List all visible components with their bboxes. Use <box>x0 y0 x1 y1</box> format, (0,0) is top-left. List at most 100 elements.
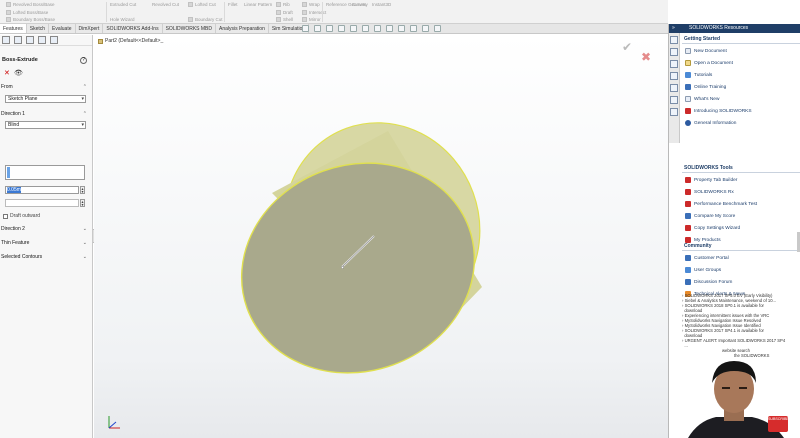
user-groups-link[interactable]: User Groups <box>682 264 800 276</box>
subscribe-button[interactable]: SUBSCRIBE <box>768 416 789 432</box>
open-document-link[interactable]: Open a Document <box>682 57 800 69</box>
forum-tab-icon[interactable] <box>670 108 678 116</box>
shell-button[interactable]: Shell <box>276 17 293 22</box>
getting-started-header[interactable]: Getting Started <box>682 35 800 44</box>
solidworks-rx-link[interactable]: SOLIDWORKS Rx <box>682 186 800 198</box>
hide-show-items-icon[interactable] <box>386 25 393 32</box>
fillet-button[interactable]: Fillet <box>228 2 238 7</box>
monitor-icon[interactable] <box>434 25 441 32</box>
extruded-cut-button[interactable]: Extruded Cut <box>110 2 136 7</box>
selected-contours-section-header[interactable]: Selected Contours ⌄ <box>0 253 90 262</box>
depth-spinner[interactable]: ▴ ▾ <box>80 186 85 194</box>
cancel-icon[interactable]: ✕ <box>4 69 10 77</box>
solidworks-tools-header[interactable]: SOLIDWORKS Tools <box>682 164 800 173</box>
tab-evaluate[interactable]: Evaluate <box>49 24 76 33</box>
heads-up-view-toolbar <box>302 25 441 34</box>
graphics-area[interactable]: Part2 (Default<<Default>_ ✔ ✖ <box>94 35 668 438</box>
online-training-link[interactable]: Online Training <box>682 81 800 93</box>
lofted-cut-button[interactable]: Lofted Cut <box>188 2 223 7</box>
view-orientation-icon[interactable] <box>362 25 369 32</box>
instant3d-button[interactable]: Instant3D <box>372 2 391 7</box>
boundary-cut-button[interactable]: Boundary Cut <box>188 17 223 22</box>
chevron-down-icon: ⌄ <box>82 226 87 232</box>
shell-icon <box>276 17 281 22</box>
from-dropdown[interactable]: Sketch Plane ▾ <box>5 95 86 103</box>
tab-dimxpert[interactable]: DimXpert <box>75 24 104 33</box>
design-library-tab-icon[interactable] <box>670 48 678 56</box>
appearances-tab-icon[interactable] <box>670 84 678 92</box>
general-information-link[interactable]: General Information <box>682 117 800 129</box>
property-tab-builder-link[interactable]: Property Tab Builder <box>682 174 800 186</box>
extruded-cylinder[interactable] <box>94 35 668 438</box>
zoom-to-fit-icon[interactable] <box>302 25 309 32</box>
tab-sketch[interactable]: Sketch <box>26 24 50 33</box>
apply-scene-icon[interactable] <box>410 25 417 32</box>
configuration-manager-icon[interactable] <box>26 36 34 44</box>
loft-icon <box>6 9 11 15</box>
expand-arrows-icon[interactable]: » <box>672 24 675 33</box>
direction1-section-header[interactable]: Direction 1 ⌃ <box>0 110 90 119</box>
copy-settings-link[interactable]: Copy Settings Wizard <box>682 222 800 234</box>
section-view-icon[interactable] <box>338 25 345 32</box>
chevron-down-icon: ⌄ <box>82 254 87 260</box>
rib-button[interactable]: Rib <box>276 2 293 7</box>
lofted-boss-button[interactable]: Lofted Boss/Base <box>6 9 55 15</box>
tutorials-link[interactable]: Tutorials <box>682 69 800 81</box>
file-explorer-tab-icon[interactable] <box>670 60 678 68</box>
boundary-boss-button[interactable]: Boundary Boss/Base <box>6 17 55 22</box>
curves-button[interactable]: Curves <box>352 2 366 7</box>
hole-wizard-button[interactable]: Hole Wizard <box>110 17 136 22</box>
command-manager-ribbon: Revolved Boss/Base Lofted Boss/Base Boun… <box>0 0 668 24</box>
draft-button[interactable]: Draft <box>276 9 293 15</box>
compare-icon <box>685 213 691 219</box>
customer-portal-link[interactable]: Customer Portal <box>682 252 800 264</box>
previous-view-icon[interactable] <box>326 25 333 32</box>
draft-outward-checkbox[interactable]: Draft outward <box>3 213 40 219</box>
property-manager-icon[interactable] <box>14 36 22 44</box>
direction-selection-box[interactable] <box>5 165 85 180</box>
dynamic-annotation-icon[interactable] <box>350 25 357 32</box>
technical-alerts-list: › SOLIDWORKS 2017 SP5.0 EV (Early Visibi… <box>682 293 800 358</box>
tab-analysis-preparation[interactable]: Analysis Preparation <box>216 24 269 33</box>
direction2-section-header[interactable]: Direction 2 ⌄ <box>0 225 90 234</box>
linear-pattern-button[interactable]: Linear Pattern <box>244 2 272 7</box>
edit-appearance-icon[interactable] <box>398 25 405 32</box>
resources-tab-icon[interactable] <box>670 36 678 44</box>
whats-new-link[interactable]: What's New <box>682 93 800 105</box>
copy-settings-icon <box>685 225 691 231</box>
new-document-link[interactable]: New Document <box>682 45 800 57</box>
compare-score-link[interactable]: Compare My Score <box>682 210 800 222</box>
draft-spinner[interactable]: ▴ ▾ <box>80 199 85 207</box>
custom-properties-tab-icon[interactable] <box>670 96 678 104</box>
community-header[interactable]: Community <box>682 242 800 251</box>
help-icon[interactable]: ? <box>80 57 87 64</box>
zoom-area-icon[interactable] <box>314 25 321 32</box>
revolved-boss-button[interactable]: Revolved Boss/Base <box>6 2 55 7</box>
introducing-solidworks-link[interactable]: Introducing SOLIDWORKS <box>682 105 800 117</box>
revolved-cut-button[interactable]: Revolved Cut <box>152 2 179 7</box>
discussion-forum-link[interactable]: Discussion Forum <box>682 276 800 288</box>
view-palette-tab-icon[interactable] <box>670 72 678 80</box>
performance-benchmark-link[interactable]: Performance Benchmark Test <box>682 198 800 210</box>
tab-features[interactable]: Features <box>0 24 27 33</box>
preview-eye-icon[interactable]: 👁 <box>14 69 23 77</box>
chevron-down-icon: ⌄ <box>82 240 87 246</box>
feature-title: Boss-Extrude <box>2 57 38 63</box>
display-manager-icon[interactable] <box>50 36 58 44</box>
folder-icon <box>685 60 691 66</box>
tab-addins[interactable]: SOLIDWORKS Add-Ins <box>103 24 163 33</box>
tab-mbd[interactable]: SOLIDWORKS MBD <box>162 24 216 33</box>
end-condition-dropdown[interactable]: Blind ▾ <box>5 121 86 129</box>
dimxpert-manager-icon[interactable] <box>38 36 46 44</box>
feature-manager-icon[interactable] <box>2 36 10 44</box>
boundary-cut-icon <box>188 17 193 22</box>
view-settings-icon[interactable] <box>422 25 429 32</box>
display-style-icon[interactable] <box>374 25 381 32</box>
thin-feature-section-header[interactable]: Thin Feature ⌄ <box>0 239 90 248</box>
rib-icon <box>276 2 281 7</box>
draft-angle-input[interactable] <box>5 199 79 207</box>
alert-item[interactable]: › URGENT ALERT: Important SOLIDWORKS 201… <box>682 338 800 343</box>
chevron-down-icon: ▾ <box>81 96 84 102</box>
depth-input[interactable]: 0.05m <box>5 186 79 194</box>
from-section-header[interactable]: From ⌃ <box>0 83 90 92</box>
